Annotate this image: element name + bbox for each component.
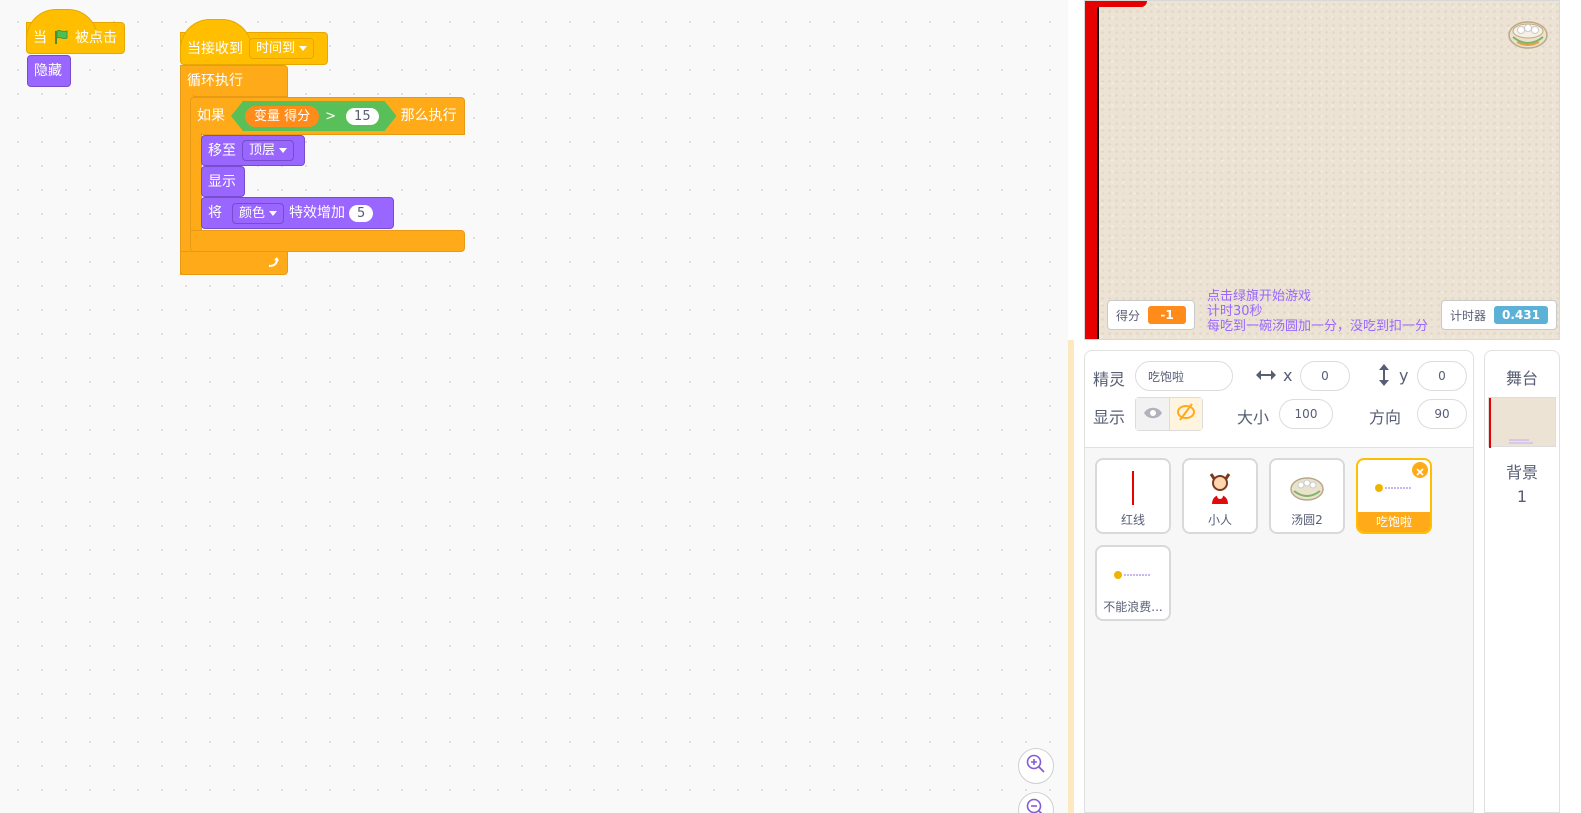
x-input[interactable]: 0: [1300, 361, 1350, 391]
stage-canvas[interactable]: 得分 -1 点击绿旗开始游戏 计时30秒 每吃到一碗汤圆加一分，没吃到扣一分 计…: [1084, 0, 1560, 340]
clicked-label: 被点击: [75, 30, 117, 46]
sprite-name-input[interactable]: 吃饱啦: [1135, 361, 1233, 391]
loop-arrow-icon: [267, 256, 279, 271]
sprite-list: 红线 小人 汤圆2 吃饱啦 不能浪费...: [1084, 448, 1474, 813]
change-prefix-label: 将: [208, 205, 222, 221]
timer-monitor[interactable]: 计时器 0.431: [1441, 300, 1557, 330]
size-label: 大小: [1237, 408, 1270, 427]
code-workspace[interactable]: 当 被点击 隐藏 当接收到 时间到 循环执行 如果 变量 得分 > 15 那么执…: [0, 0, 1068, 813]
greater-than-operator: >: [325, 108, 337, 124]
chevron-down-icon: [299, 46, 308, 51]
then-label: 那么执行: [400, 108, 457, 124]
tangyuan-sprite: [1507, 15, 1549, 55]
go-to-layer-block[interactable]: 移至 顶层: [201, 135, 305, 166]
sprite-tile-red-line[interactable]: 红线: [1095, 458, 1171, 534]
backdrop-count: 1: [1516, 487, 1528, 506]
sprite-tile-person[interactable]: 小人: [1182, 458, 1258, 534]
red-line-sprite: [1085, 1, 1097, 339]
when-label: 当: [33, 30, 47, 46]
timer-value: 0.431: [1494, 306, 1548, 324]
if-header[interactable]: 如果 变量 得分 > 15 那么执行: [190, 97, 465, 135]
zoom-out-icon: [1025, 797, 1047, 813]
effect-value: 颜色: [239, 205, 266, 221]
effect-dropdown[interactable]: 颜色: [232, 202, 285, 224]
visibility-toggle[interactable]: [1135, 397, 1203, 431]
forever-header[interactable]: 循环执行: [180, 65, 288, 97]
instruction-line: 每吃到一碗汤圆加一分，没吃到扣一分: [1207, 319, 1429, 334]
stage-title: 舞台: [1505, 369, 1538, 388]
go-to-label: 移至: [208, 142, 236, 159]
sprite-thumbnail: [1097, 553, 1169, 597]
layer-dropdown[interactable]: 顶层: [242, 140, 295, 161]
show-block[interactable]: 显示: [201, 166, 245, 197]
condition-reporter[interactable]: 变量 得分 > 15: [231, 101, 397, 131]
backdrop-label: 背景: [1505, 463, 1538, 482]
y-input[interactable]: 0: [1417, 361, 1467, 391]
threshold-input[interactable]: 15: [346, 108, 379, 125]
eye-off-icon: [1176, 403, 1196, 425]
chevron-down-icon: [269, 210, 278, 216]
forever-footer[interactable]: [180, 251, 288, 275]
score-value: -1: [1148, 306, 1187, 324]
variable-reporter[interactable]: 变量 得分: [245, 106, 319, 127]
horizontal-arrows-icon: [1255, 367, 1277, 387]
change-effect-block[interactable]: 将 颜色 特效增加 5: [201, 197, 394, 229]
zoom-in-button[interactable]: [1018, 748, 1054, 784]
hide-block[interactable]: 隐藏: [27, 55, 71, 87]
sprite-name: 小人: [1207, 513, 1232, 527]
sprite-thumbnail: [1184, 466, 1256, 510]
y-label: y: [1399, 366, 1409, 385]
amount-input[interactable]: 5: [349, 204, 374, 222]
size-input[interactable]: 100: [1279, 399, 1333, 429]
score-label: 得分: [1116, 308, 1141, 323]
sprite-tile-full[interactable]: 吃饱啦: [1356, 458, 1432, 534]
stage-selector-panel[interactable]: 舞台 背景 1: [1484, 350, 1560, 813]
panel-divider: [1068, 340, 1074, 813]
direction-input[interactable]: 90: [1417, 399, 1467, 429]
sprite-name: 吃饱啦: [1358, 512, 1430, 532]
sprite-thumbnail: [1271, 466, 1343, 510]
sprite-name: 汤圆2: [1291, 513, 1323, 527]
zoom-in-icon: [1025, 753, 1047, 779]
backdrop-thumbnail[interactable]: [1488, 397, 1556, 448]
show-sprite-button[interactable]: [1136, 398, 1169, 430]
message-value: 时间到: [256, 41, 296, 56]
sprite-thumbnail: [1358, 466, 1430, 510]
vertical-arrows-icon: [1377, 363, 1391, 391]
show-label: 显示: [1093, 408, 1126, 427]
if-footer[interactable]: [190, 230, 465, 252]
sprite-thumbnail: [1097, 466, 1169, 510]
sprite-label: 精灵: [1093, 370, 1126, 389]
when-receive-label: 当接收到: [187, 40, 243, 57]
when-i-receive-block[interactable]: 当接收到 时间到: [180, 19, 328, 65]
x-label: x: [1283, 366, 1293, 385]
sprite-name: 不能浪费...: [1103, 600, 1163, 614]
eye-icon: [1143, 405, 1163, 424]
red-line-top: [1097, 1, 1147, 7]
sprite-tile-tangyuan[interactable]: 汤圆2: [1269, 458, 1345, 534]
score-monitor[interactable]: 得分 -1: [1107, 300, 1196, 330]
layer-value: 顶层: [249, 143, 276, 158]
if-label: 如果: [197, 108, 225, 124]
red-line-edge: [1097, 1, 1099, 339]
direction-label: 方向: [1369, 408, 1402, 427]
sprite-info-panel: 精灵 吃饱啦 x 0 y 0 显示 大小 100 方向 90: [1084, 350, 1474, 448]
show-label: 显示: [208, 173, 236, 190]
hide-label: 隐藏: [34, 63, 62, 79]
sprite-tile-no-waste[interactable]: 不能浪费...: [1095, 545, 1171, 621]
sprite-name: 红线: [1120, 513, 1145, 527]
instructions-text: 点击绿旗开始游戏 计时30秒 每吃到一碗汤圆加一分，没吃到扣一分: [1207, 289, 1428, 334]
forever-label: 循环执行: [187, 73, 243, 89]
instruction-line: 点击绿旗开始游戏: [1207, 289, 1312, 304]
chevron-down-icon: [279, 148, 288, 153]
hide-sprite-button[interactable]: [1169, 398, 1202, 430]
instruction-line: 计时30秒: [1207, 304, 1263, 319]
message-dropdown[interactable]: 时间到: [249, 38, 315, 59]
timer-label: 计时器: [1450, 308, 1487, 323]
zoom-out-button[interactable]: [1018, 792, 1054, 813]
change-suffix-label: 特效增加: [289, 205, 346, 221]
when-flag-clicked-block[interactable]: 当 被点击: [26, 9, 125, 54]
green-flag-icon: [53, 29, 69, 48]
